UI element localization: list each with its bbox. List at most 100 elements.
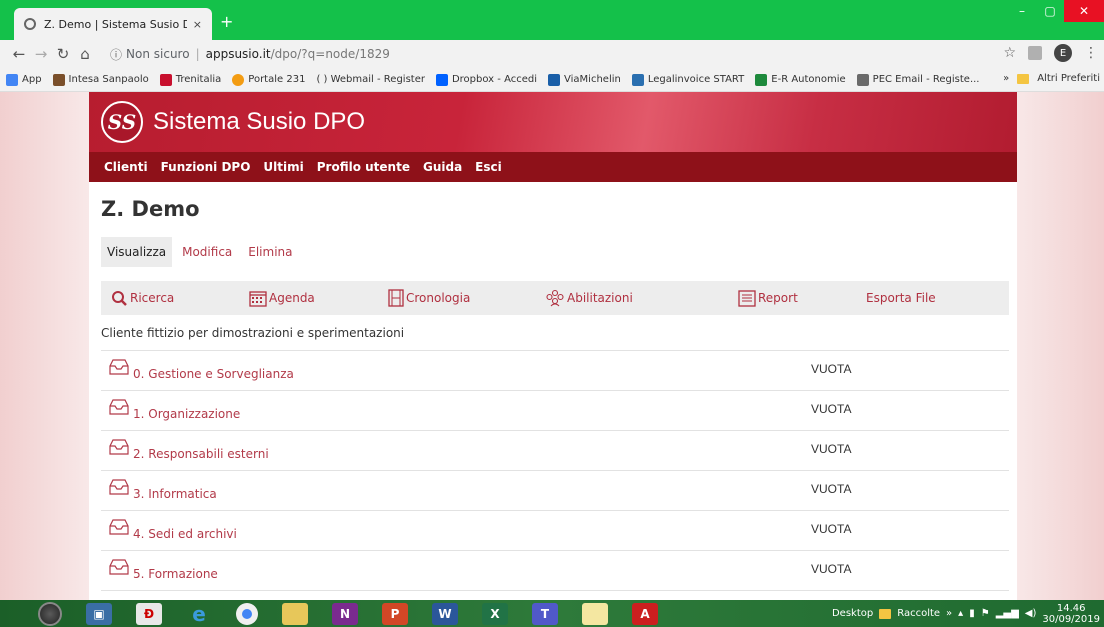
tray-up-arrow-icon[interactable]: ▴ [958, 608, 963, 619]
list-item-label[interactable]: 5. Formazione [133, 567, 218, 581]
menu-item-profilo-utente[interactable]: Profilo utente [317, 160, 410, 174]
inbox-icon [109, 559, 129, 575]
bookmark-viamichelin[interactable]: ViaMichelin [548, 73, 621, 86]
bookmark-app[interactable]: App [6, 73, 42, 86]
bookmarks-overflow-button[interactable]: » [1003, 73, 1009, 84]
info-icon[interactable]: ⓘ [110, 46, 122, 63]
teams-icon[interactable]: T [532, 602, 558, 625]
bookmark-pec[interactable]: PEC Email - Registe... [856, 73, 980, 86]
list-item[interactable]: 4. Sedi ed archivi VUOTA [101, 511, 1009, 551]
site-logo[interactable]: SS [101, 101, 143, 143]
pdf-app-icon[interactable]: A [632, 602, 658, 625]
signal-icon[interactable]: ▂▄▆ [996, 608, 1019, 619]
bookmark-star-icon[interactable]: ☆ [1003, 45, 1016, 61]
status-badge: VUOTA [811, 482, 852, 496]
list-item-label[interactable]: 2. Responsabili esterni [133, 447, 269, 461]
new-tab-button[interactable]: + [220, 12, 233, 31]
volume-icon[interactable]: ◀) [1025, 608, 1037, 619]
site-banner: SS Sistema Susio DPO [89, 92, 1017, 152]
network-icon[interactable]: ▮ [969, 608, 975, 619]
menu-item-ultimi[interactable]: Ultimi [263, 160, 303, 174]
forward-arrow-icon[interactable]: → [30, 45, 52, 63]
bookmark-webmail[interactable]: ( ) Webmail - Register [316, 74, 425, 85]
list-item-label[interactable]: 4. Sedi ed archivi [133, 527, 237, 541]
bookmark-intesa[interactable]: Intesa Sanpaolo [52, 73, 149, 86]
acrobat-reader-icon[interactable]: Ð [136, 602, 162, 625]
inbox-icon [109, 439, 129, 455]
report-button[interactable]: Report [738, 281, 798, 315]
explorer-icon[interactable]: ▣ [86, 602, 112, 625]
profile-avatar[interactable]: E [1054, 44, 1072, 62]
list-item-label[interactable]: 1. Organizzazione [133, 407, 240, 421]
minimize-button[interactable]: – [1008, 0, 1036, 22]
flag-icon[interactable]: ⚑ [981, 608, 990, 619]
menu-item-funzioni-dpo[interactable]: Funzioni DPO [161, 160, 251, 174]
tab-elimina[interactable]: Elimina [242, 237, 298, 267]
chrome-icon[interactable] [236, 602, 258, 625]
pdf-extension-icon[interactable] [1028, 46, 1042, 60]
agenda-button[interactable]: Agenda [249, 281, 315, 315]
menu-kebab-icon[interactable]: ⋮ [1084, 45, 1098, 61]
start-button[interactable] [38, 601, 62, 626]
list-item-label[interactable]: 3. Informatica [133, 487, 217, 501]
bookmark-er-autonomie[interactable]: E-R Autonomie [755, 73, 846, 86]
status-badge: VUOTA [811, 442, 852, 456]
intesa-icon [52, 73, 65, 86]
list-item-label[interactable]: 0. Gestione e Sorveglianza [133, 367, 294, 381]
list-item[interactable]: 3. Informatica VUOTA [101, 471, 1009, 511]
powerpoint-icon[interactable]: P [382, 602, 408, 625]
clock-time: 14.46 [1056, 602, 1086, 614]
bookmark-legalinvoice[interactable]: Legalinvoice START [631, 73, 744, 86]
home-icon[interactable]: ⌂ [74, 45, 96, 63]
raccolte-folder-icon [879, 608, 892, 619]
node-tabs: Visualizza Modifica Elimina [101, 237, 1009, 267]
inbox-icon [109, 359, 129, 375]
notepad-icon[interactable] [582, 602, 608, 625]
abilitazioni-button[interactable]: Abilitazioni [545, 281, 633, 315]
viamichelin-icon [548, 73, 561, 86]
search-icon [112, 290, 127, 306]
portale-icon [232, 73, 245, 86]
internet-explorer-icon[interactable]: e [186, 602, 212, 626]
bookmarks-right: » Altri Preferiti [1003, 73, 1100, 84]
maximize-button[interactable]: ▢ [1036, 0, 1064, 22]
tab-close-icon[interactable]: × [193, 18, 202, 31]
cronologia-button[interactable]: Cronologia [388, 281, 470, 315]
close-window-button[interactable]: ✕ [1064, 0, 1104, 22]
calendar-icon [249, 291, 267, 307]
site-title[interactable]: Sistema Susio DPO [153, 108, 365, 136]
tab-modifica[interactable]: Modifica [176, 237, 238, 267]
inbox-icon [109, 479, 129, 495]
raccolte-toolbar[interactable]: Raccolte [897, 608, 940, 619]
excel-icon[interactable]: X [482, 602, 508, 625]
esporta-file-button[interactable]: Esporta File [866, 281, 936, 315]
browser-tab[interactable]: Z. Demo | Sistema Susio DPO × [14, 8, 212, 40]
bookmark-dropbox[interactable]: Dropbox - Accedi [435, 73, 537, 86]
onenote-icon[interactable]: N [332, 602, 358, 625]
tray-overflow-icon[interactable]: » [946, 608, 952, 619]
file-manager-icon[interactable] [282, 602, 308, 625]
url-path[interactable]: /dpo/?q=node/1829 [271, 47, 390, 61]
status-badge: VUOTA [811, 362, 852, 376]
other-bookmarks[interactable]: Altri Preferiti [1037, 73, 1100, 84]
menu-item-guida[interactable]: Guida [423, 160, 462, 174]
url-host[interactable]: appsusio.it [206, 47, 271, 61]
menu-item-esci[interactable]: Esci [475, 160, 502, 174]
bookmark-portale[interactable]: Portale 231 [232, 73, 305, 86]
back-arrow-icon[interactable]: ← [8, 45, 30, 63]
list-item[interactable]: 1. Organizzazione VUOTA [101, 391, 1009, 431]
clock[interactable]: 14.46 30/09/2019 [1042, 603, 1100, 625]
reload-icon[interactable]: ↻ [52, 45, 74, 63]
desktop-toolbar[interactable]: Desktop [832, 608, 873, 619]
list-item[interactable]: 2. Responsabili esterni VUOTA [101, 431, 1009, 471]
menu-item-clienti[interactable]: Clienti [104, 160, 148, 174]
ricerca-label: Ricerca [130, 291, 175, 305]
bookmark-trenitalia[interactable]: Trenitalia [159, 73, 221, 86]
word-icon[interactable]: W [432, 602, 458, 625]
list-item[interactable]: 0. Gestione e Sorveglianza VUOTA [101, 351, 1009, 391]
tab-visualizza[interactable]: Visualizza [101, 237, 173, 267]
security-label[interactable]: Non sicuro [126, 47, 190, 61]
list-item[interactable]: 5. Formazione VUOTA [101, 551, 1009, 591]
er-icon [755, 73, 768, 86]
ricerca-button[interactable]: Ricerca [111, 281, 174, 315]
